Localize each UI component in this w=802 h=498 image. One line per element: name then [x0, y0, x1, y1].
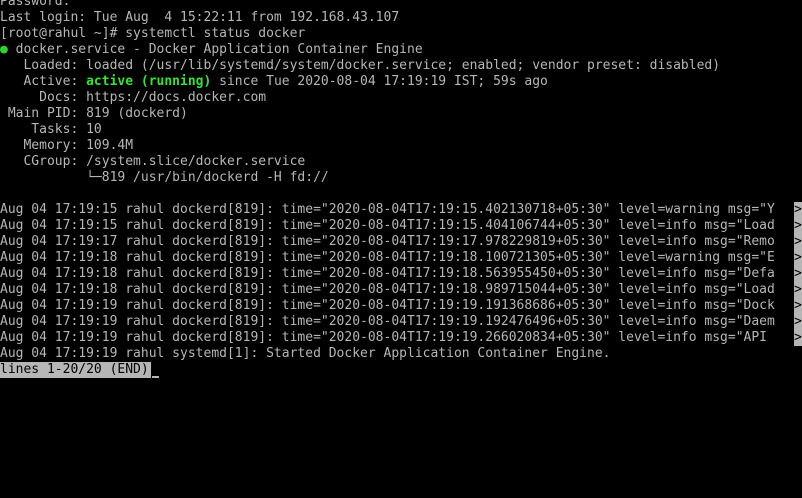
log-text: Aug 04 17:19:19 rahul dockerd[819]: time… — [0, 298, 775, 313]
terminal-screen: Password: Last login: Tue Aug 4 15:22:11… — [0, 0, 802, 378]
last-login-line: Last login: Tue Aug 4 15:22:11 from 192.… — [0, 10, 400, 25]
unit-active-line: Active: active (running) since Tue 2020-… — [0, 74, 802, 90]
truncation-marker: > — [794, 314, 802, 330]
log-text: Aug 04 17:19:19 rahul dockerd[819]: time… — [0, 330, 775, 345]
unit-memory-line: Memory: 109.4M — [0, 138, 134, 153]
log-line: Aug 04 17:19:17 rahul dockerd[819]: time… — [0, 234, 802, 250]
pager-status: lines 1-20/20 (END) — [0, 362, 151, 378]
truncation-marker: > — [794, 282, 802, 298]
password-prompt-line: Password: — [0, 0, 71, 9]
unit-docs-line: Docs: https://docs.docker.com — [0, 90, 267, 105]
unit-title: docker.service - Docker Application Cont… — [7, 42, 423, 57]
truncation-marker: > — [794, 266, 802, 282]
log-text: Aug 04 17:19:18 rahul dockerd[819]: time… — [0, 250, 775, 265]
unit-tasks-line: Tasks: 10 — [0, 122, 102, 137]
cursor-icon — [151, 376, 159, 378]
log-text: Aug 04 17:19:18 rahul dockerd[819]: time… — [0, 266, 775, 281]
shell-command-line: [root@rahul ~]# systemctl status docker — [0, 26, 306, 41]
pager-status-line[interactable]: lines 1-20/20 (END) — [0, 362, 802, 378]
truncation-marker: > — [794, 250, 802, 266]
service-status-dot-icon: ● — [0, 42, 8, 57]
final-log-line: Aug 04 17:19:19 rahul systemd[1]: Starte… — [0, 346, 611, 361]
log-text: Aug 04 17:19:15 rahul dockerd[819]: time… — [0, 218, 775, 233]
log-line: Aug 04 17:19:19 rahul dockerd[819]: time… — [0, 314, 802, 330]
log-text: Aug 04 17:19:17 rahul dockerd[819]: time… — [0, 234, 775, 249]
truncation-marker: > — [794, 234, 802, 250]
truncation-marker: > — [794, 218, 802, 234]
log-line: Aug 04 17:19:18 rahul dockerd[819]: time… — [0, 266, 802, 282]
log-line: Aug 04 17:19:18 rahul dockerd[819]: time… — [0, 250, 802, 266]
unit-main-pid-line: Main PID: 819 (dockerd) — [0, 106, 188, 121]
log-text: Aug 04 17:19:19 rahul dockerd[819]: time… — [0, 314, 775, 329]
truncation-marker: > — [794, 298, 802, 314]
unit-loaded-line: Loaded: loaded (/usr/lib/systemd/system/… — [0, 58, 721, 73]
active-label: Active: — [0, 74, 87, 89]
unit-cgroup-line: CGroup: /system.slice/docker.service — [0, 154, 306, 169]
active-since: since Tue 2020-08-04 17:19:19 IST; 59s a… — [211, 74, 548, 89]
terminal-window[interactable]: Password: Last login: Tue Aug 4 15:22:11… — [0, 0, 802, 498]
active-state: active (running) — [86, 74, 212, 89]
log-line: Aug 04 17:19:15 rahul dockerd[819]: time… — [0, 202, 802, 218]
log-text: Aug 04 17:19:18 rahul dockerd[819]: time… — [0, 282, 775, 297]
log-line: Aug 04 17:19:18 rahul dockerd[819]: time… — [0, 282, 802, 298]
log-line: Aug 04 17:19:15 rahul dockerd[819]: time… — [0, 218, 802, 234]
log-text: Aug 04 17:19:15 rahul dockerd[819]: time… — [0, 202, 775, 217]
truncation-marker: > — [794, 330, 802, 346]
truncation-marker: > — [794, 202, 802, 218]
log-line: Aug 04 17:19:19 rahul dockerd[819]: time… — [0, 298, 802, 314]
log-line: Aug 04 17:19:19 rahul dockerd[819]: time… — [0, 330, 802, 346]
unit-cgroup-child-line: └─819 /usr/bin/dockerd -H fd:// — [0, 170, 329, 185]
unit-title-line: ● docker.service - Docker Application Co… — [0, 42, 802, 58]
